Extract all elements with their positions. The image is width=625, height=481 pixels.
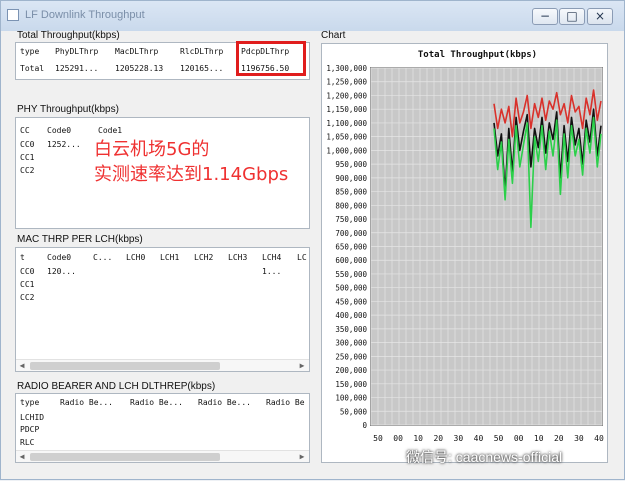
- scroll-thumb[interactable]: [30, 453, 220, 461]
- table-header: C...: [93, 253, 113, 262]
- table-cell: CC0: [20, 267, 35, 276]
- app-window: LF Downlink Throughput − □ × Total Throu…: [0, 0, 625, 480]
- table-cell: 125291...: [55, 64, 99, 73]
- scroll-left-icon[interactable]: ◀: [17, 361, 27, 371]
- annotation-line: 实测速率达到1.14Gbps: [94, 164, 289, 185]
- table-header: t: [20, 253, 25, 262]
- table-header: PhyDLThrp: [55, 47, 99, 56]
- mac-throughput-title: MAC THRP PER LCH(kbps): [17, 234, 143, 245]
- radio-bearer-title: RADIO BEARER AND LCH DLTHREP(kbps): [17, 381, 216, 392]
- table-cell: CC1: [20, 153, 35, 162]
- wechat-watermark: 微信号: caacnews-official: [406, 449, 563, 465]
- table-header: LCH0: [126, 253, 146, 262]
- scroll-left-icon[interactable]: ◀: [17, 452, 27, 462]
- table-header: Code0: [47, 126, 72, 135]
- minimize-button[interactable]: −: [532, 8, 558, 25]
- table-cell: 1205228.13: [115, 64, 164, 73]
- table-cell: 1...: [262, 267, 282, 276]
- chart-section-title: Chart: [321, 30, 346, 41]
- annotation-line: 白云机场5G的: [94, 139, 210, 160]
- horizontal-scrollbar[interactable]: ◀ ▶: [16, 359, 309, 371]
- table-cell: 120...: [47, 267, 76, 276]
- scroll-right-icon[interactable]: ▶: [297, 452, 307, 462]
- plot-area: [370, 67, 603, 426]
- table-header: LCH4: [262, 253, 282, 262]
- table-cell: RLC: [20, 438, 35, 447]
- table-header: Code0: [47, 253, 72, 262]
- table-cell: Total: [20, 64, 45, 73]
- pdcp-highlight-box: [236, 41, 306, 76]
- mac-throughput-table: t Code0 C... LCH0 LCH1 LCH2 LCH3 LCH4 LC…: [15, 247, 310, 372]
- phy-throughput-title: PHY Throughput(kbps): [17, 104, 119, 115]
- table-header: MacDLThrp: [115, 47, 159, 56]
- close-button[interactable]: ×: [587, 8, 613, 25]
- radio-bearer-table: type Radio Be... Radio Be... Radio Be...…: [15, 393, 310, 463]
- table-header: type: [20, 47, 40, 56]
- table-cell: 1252...: [47, 140, 81, 149]
- table-cell: CC2: [20, 166, 35, 175]
- speed-annotation: 白云机场5G的 实测速率达到1.14Gbps: [94, 137, 288, 187]
- maximize-button[interactable]: □: [559, 8, 585, 25]
- table-cell: 120165...: [180, 64, 224, 73]
- scroll-thumb[interactable]: [30, 362, 220, 370]
- table-header: RlcDLThrp: [180, 47, 224, 56]
- table-cell: LCHID: [20, 413, 45, 422]
- app-icon: [7, 9, 19, 21]
- table-header: type: [20, 398, 40, 407]
- table-cell: CC2: [20, 293, 35, 302]
- table-header: LC: [297, 253, 307, 262]
- table-header: CC: [20, 126, 30, 135]
- table-cell: CC0: [20, 140, 35, 149]
- table-header: LCH2: [194, 253, 214, 262]
- table-header: Radio Be...: [198, 398, 251, 407]
- table-cell: PDCP: [20, 425, 40, 434]
- table-cell: CC1: [20, 280, 35, 289]
- table-header: LCH3: [228, 253, 248, 262]
- chart-title: Total Throughput(kbps): [417, 50, 538, 60]
- horizontal-scrollbar[interactable]: ◀ ▶: [16, 450, 309, 462]
- total-throughput-title: Total Throughput(kbps): [17, 30, 120, 41]
- table-header: Radio Be...: [60, 398, 113, 407]
- window-title: LF Downlink Throughput: [25, 9, 145, 21]
- table-header: Radio Be: [266, 398, 305, 407]
- table-header: Code1: [98, 126, 123, 135]
- title-bar: LF Downlink Throughput − □ ×: [1, 1, 624, 31]
- table-header: LCH1: [160, 253, 180, 262]
- table-header: Radio Be...: [130, 398, 183, 407]
- scroll-right-icon[interactable]: ▶: [297, 361, 307, 371]
